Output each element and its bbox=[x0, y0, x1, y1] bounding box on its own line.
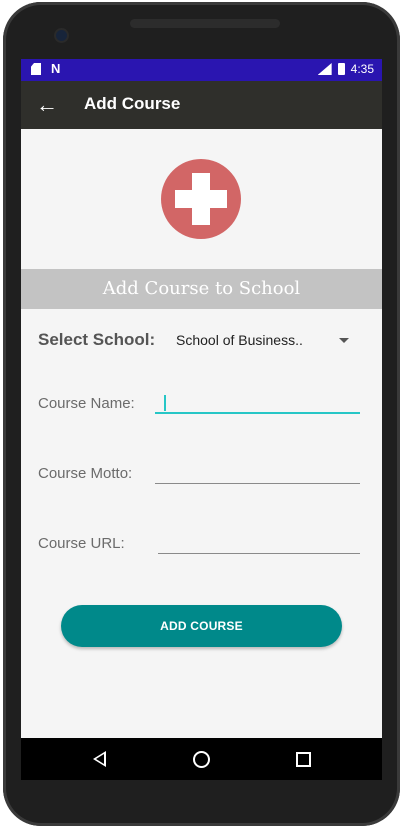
page-title: Add Course bbox=[84, 94, 181, 113]
plus-horizontal-bar bbox=[175, 190, 227, 208]
app-bar: ← Add Course bbox=[21, 81, 382, 129]
nav-home-icon[interactable] bbox=[193, 751, 210, 768]
nav-recent-apps-icon[interactable] bbox=[296, 752, 311, 767]
nav-back-icon-inner bbox=[96, 754, 104, 764]
status-time: 4:35 bbox=[350, 62, 374, 76]
sd-card-icon bbox=[31, 63, 41, 75]
hero-section bbox=[21, 129, 382, 268]
course-name-field[interactable] bbox=[155, 412, 360, 414]
speaker-grille bbox=[130, 19, 280, 28]
add-course-button[interactable]: ADD COURSE bbox=[61, 605, 342, 647]
lte-signal-icon bbox=[317, 63, 332, 75]
section-header: Add Course to School bbox=[21, 269, 382, 309]
course-url-field[interactable] bbox=[158, 553, 360, 554]
course-name-label: Course Name: bbox=[38, 395, 135, 412]
front-camera bbox=[56, 30, 67, 41]
course-url-label: Course URL: bbox=[38, 535, 125, 552]
select-school-label: Select School: bbox=[38, 330, 156, 349]
system-navigation-bar bbox=[21, 738, 382, 780]
course-motto-label: Course Motto: bbox=[38, 465, 133, 482]
school-select[interactable]: School of Business.. bbox=[176, 332, 303, 348]
battery-icon bbox=[337, 63, 345, 75]
status-left-icons: N bbox=[31, 62, 60, 76]
chevron-down-icon[interactable] bbox=[339, 338, 349, 343]
app-screen: N 4:35 ← Add Course Add Course to School… bbox=[21, 59, 382, 779]
text-cursor bbox=[164, 395, 166, 411]
status-bar: N 4:35 bbox=[21, 59, 382, 81]
status-right-icons: 4:35 bbox=[317, 62, 374, 76]
plus-circle-icon bbox=[161, 159, 241, 239]
n-notification-icon: N bbox=[51, 61, 61, 76]
arrow-left-icon[interactable]: ← bbox=[35, 93, 59, 117]
course-motto-field[interactable] bbox=[155, 483, 360, 484]
